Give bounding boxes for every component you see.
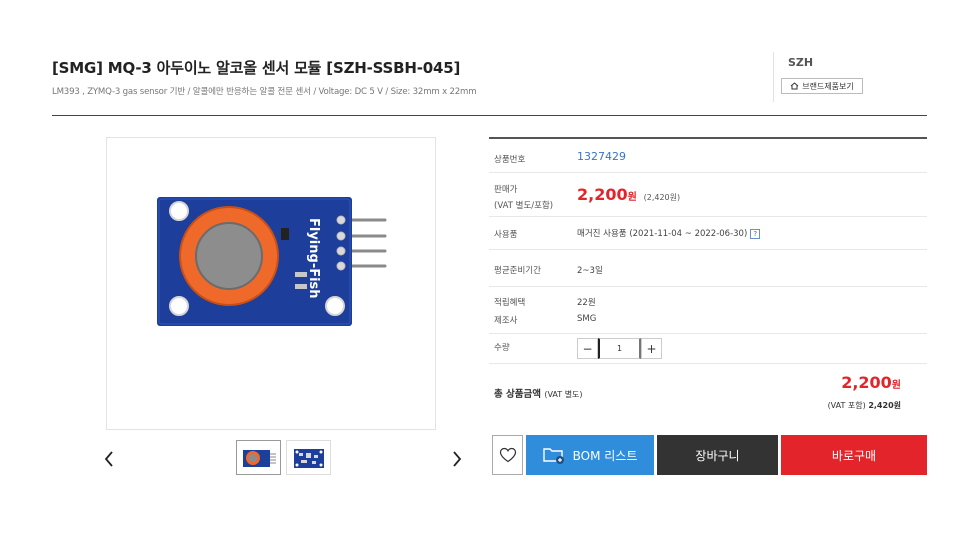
total-label: 총 상품금액 <box>494 389 542 400</box>
row-divider <box>489 172 927 173</box>
module-label: Flying-Fish <box>306 218 321 299</box>
folder-add-icon <box>542 448 564 464</box>
row-divider <box>489 333 927 334</box>
heart-icon <box>499 447 516 463</box>
prep-value: 2~3일 <box>577 266 603 276</box>
points-label: 적립혜택 <box>494 298 526 308</box>
row-divider <box>489 286 927 287</box>
product-no-label: 상품번호 <box>494 155 526 165</box>
buy-now-button[interactable]: 바로구매 <box>781 435 927 475</box>
product-subtitle: LM393 , ZYMQ-3 gas sensor 기반 / 알콜에만 반응하는… <box>52 87 477 97</box>
title-rule <box>52 115 927 116</box>
help-icon[interactable]: ? <box>750 228 761 239</box>
usage-group: 매거진 사용품 (2021-11-04 ~ 2022-06-30)? <box>577 227 761 239</box>
price-unit: 원 <box>627 192 637 203</box>
product-no-value[interactable]: 1327429 <box>577 150 626 163</box>
brand-products-button[interactable]: 브랜드제품보기 <box>781 78 863 94</box>
chevron-right-icon <box>453 451 462 467</box>
chevron-left-icon <box>104 451 113 467</box>
gallery-prev-button[interactable] <box>99 447 119 471</box>
bom-list-button[interactable]: BOM 리스트 <box>526 435 654 475</box>
prep-label: 평균준비기간 <box>494 266 541 276</box>
qty-label: 수량 <box>494 343 510 353</box>
total-vat-group: (VAT 포함) 2,420원 <box>828 400 901 411</box>
sensor-module-image: Flying-Fish <box>157 197 387 326</box>
qty-input[interactable] <box>598 338 641 359</box>
price-vat-value: (2,420원) <box>643 193 681 202</box>
points-value: 22원 <box>577 298 596 308</box>
total-label-vat: (VAT 별도) <box>544 390 583 399</box>
product-title: [SMG] MQ-3 아두이노 알코올 센서 모듈 [SZH-SSBH-045] <box>52 59 461 77</box>
gallery-next-button[interactable] <box>447 447 467 471</box>
total-vat-text: (VAT 포함) <box>827 401 866 410</box>
buy-label: 바로구매 <box>831 448 877 463</box>
total-price-group: 2,200원 <box>841 373 901 392</box>
total-vat-price: 2,420원 <box>868 401 901 410</box>
quantity-stepper: − + <box>577 338 662 359</box>
qty-minus-button[interactable]: − <box>577 338 598 359</box>
main-product-image: Flying-Fish <box>106 137 436 430</box>
total-price-unit: 원 <box>891 380 901 391</box>
row-divider <box>489 249 927 250</box>
bom-list-label: BOM 리스트 <box>572 448 638 463</box>
thumbnail-2[interactable] <box>286 440 331 475</box>
maker-value: SMG <box>577 314 597 324</box>
thumbnail-1[interactable] <box>236 440 281 475</box>
brand-name: SZH <box>788 56 814 69</box>
wishlist-button[interactable] <box>492 435 523 475</box>
qty-plus-button[interactable]: + <box>641 338 662 359</box>
sensor-module-thumb <box>242 449 276 467</box>
sensor-back-thumb <box>293 448 324 468</box>
price-value: 2,200 <box>577 185 628 204</box>
total-label-group: 총 상품금액 (VAT 별도) <box>494 386 583 400</box>
add-to-cart-button[interactable]: 장바구니 <box>657 435 778 475</box>
row-divider <box>489 216 927 217</box>
home-icon <box>790 82 799 90</box>
row-divider <box>489 363 927 364</box>
price-group: 2,200원 (2,420원) <box>577 185 680 204</box>
brand-products-label: 브랜드제품보기 <box>802 81 854 91</box>
usage-value: 매거진 사용품 (2021-11-04 ~ 2022-06-30) <box>577 229 748 239</box>
header-divider <box>773 52 774 102</box>
price-vat-label: (VAT 별도/포함) <box>494 201 554 211</box>
info-top-rule <box>489 137 927 139</box>
usage-label: 사용품 <box>494 230 518 240</box>
cart-label: 장바구니 <box>695 448 740 463</box>
maker-label: 제조사 <box>494 316 518 326</box>
total-price: 2,200 <box>841 373 892 392</box>
price-label: 판매가 <box>494 185 518 195</box>
